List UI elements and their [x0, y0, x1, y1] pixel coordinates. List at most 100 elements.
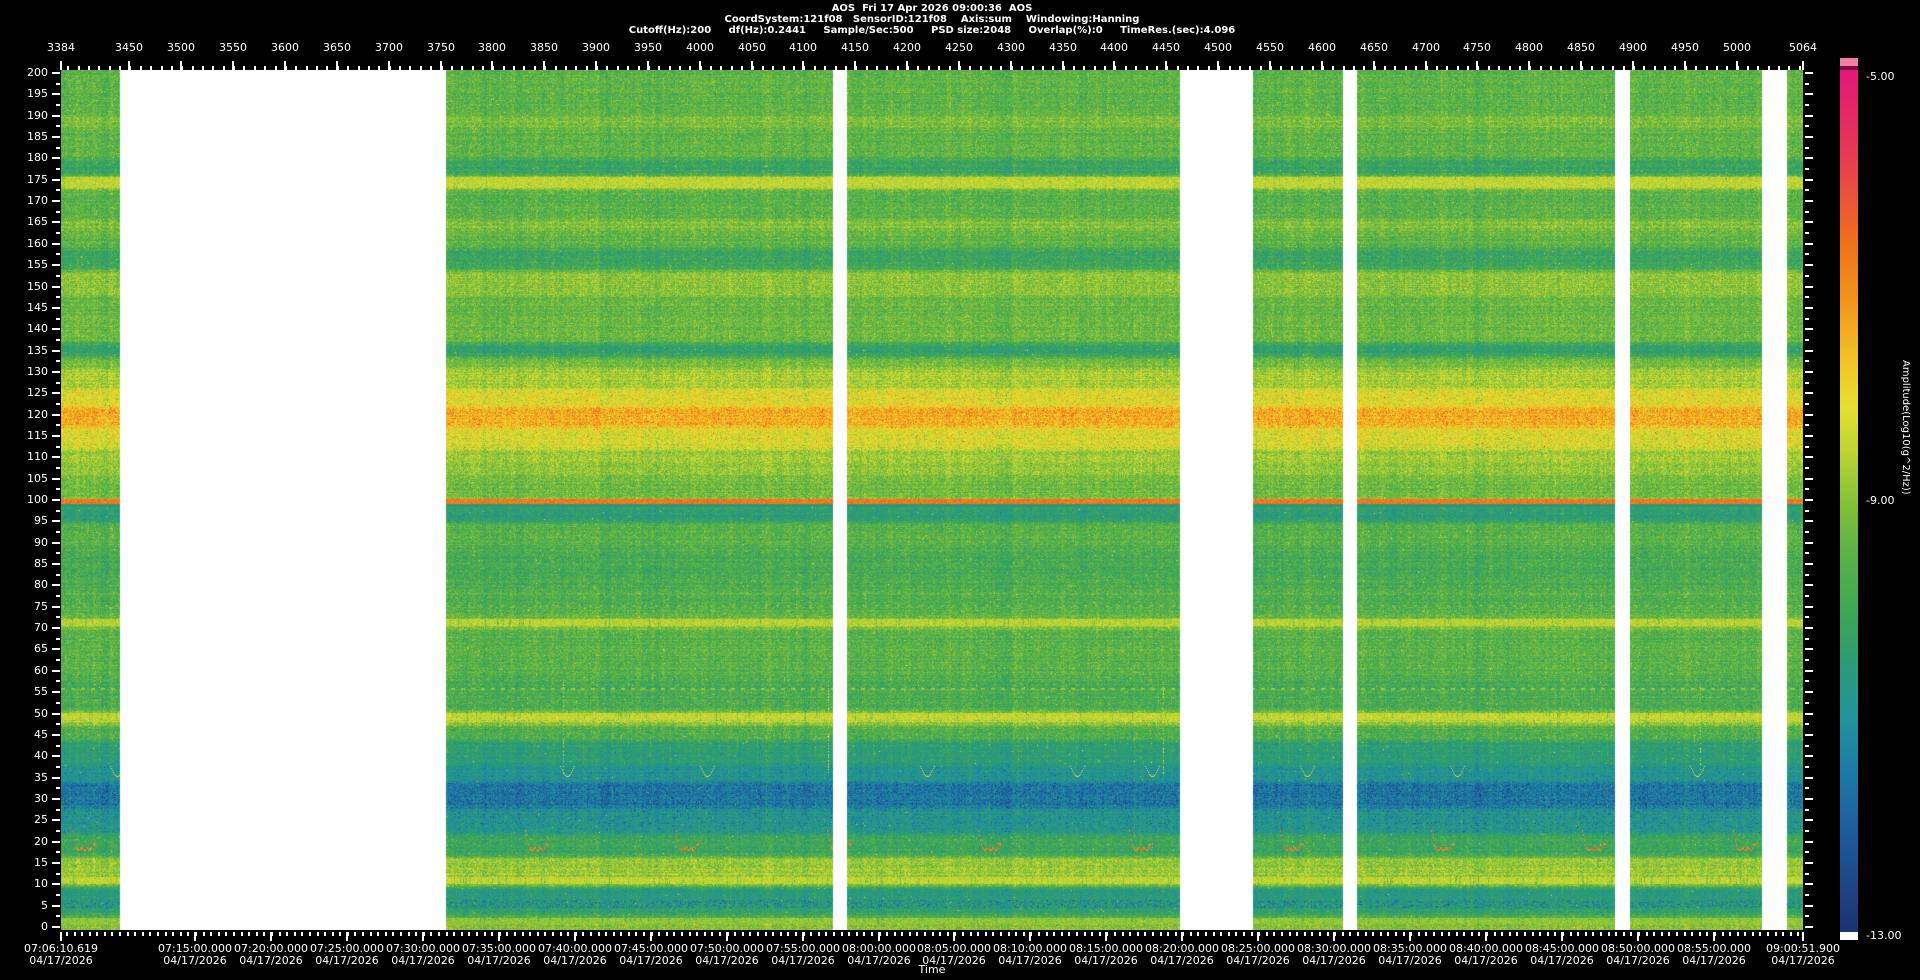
- y-axis-minor-tick: [56, 104, 60, 106]
- spectrogram-plot-canvas[interactable]: [61, 70, 1803, 930]
- y-axis-right-major-tick: [1805, 435, 1813, 437]
- y-axis-minor-tick: [56, 360, 60, 362]
- top-axis-minor-tick: [233, 66, 235, 70]
- top-axis-tick-label: 4400: [1100, 41, 1128, 54]
- top-axis-minor-tick: [140, 66, 142, 70]
- y-axis-tick-label: 135: [27, 344, 48, 357]
- top-axis-minor-tick: [1104, 66, 1106, 70]
- y-axis-right-major-tick: [1805, 584, 1813, 586]
- y-axis-tick-label: 145: [27, 301, 48, 314]
- time-axis-minor-tick: [1129, 932, 1131, 936]
- y-axis-major-tick: [52, 584, 60, 586]
- time-axis-minor-tick: [142, 932, 144, 936]
- time-axis-minor-tick: [909, 932, 911, 936]
- top-axis-minor-tick: [482, 66, 484, 70]
- y-axis-major-tick: [52, 456, 60, 458]
- time-axis-minor-tick: [1547, 932, 1549, 936]
- time-axis-minor-tick: [74, 932, 76, 936]
- time-axis-minor-tick: [635, 932, 637, 936]
- colorbar-max-label: -5.00: [1866, 70, 1895, 83]
- time-axis-minor-tick: [1220, 932, 1222, 936]
- time-axis-minor-tick: [1258, 932, 1260, 936]
- time-axis-minor-tick: [1448, 932, 1450, 936]
- top-axis-minor-tick: [1301, 66, 1303, 70]
- top-axis-minor-tick: [1280, 66, 1282, 70]
- y-axis-major-tick: [52, 905, 60, 907]
- top-axis-minor-tick: [679, 66, 681, 70]
- y-axis-minor-tick: [56, 467, 60, 469]
- time-axis-minor-tick: [165, 932, 167, 936]
- y-axis-tick-label: 40: [34, 749, 48, 762]
- time-axis-minor-tick: [1714, 932, 1716, 936]
- time-axis-minor-tick: [1084, 932, 1086, 936]
- y-axis-right-major-tick: [1805, 307, 1813, 309]
- y-axis-minor-tick: [56, 83, 60, 85]
- y-axis-minor-tick: [56, 851, 60, 853]
- time-axis-minor-tick: [1532, 932, 1534, 936]
- y-axis-major-tick: [52, 627, 60, 629]
- time-axis-minor-tick: [248, 932, 250, 936]
- time-axis-minor-tick: [643, 932, 645, 936]
- y-axis-major-tick: [52, 243, 60, 245]
- time-axis-minor-tick: [727, 932, 729, 936]
- time-axis-minor-tick: [1767, 932, 1769, 936]
- y-axis-tick-label: 45: [34, 728, 48, 741]
- time-axis-minor-tick: [787, 932, 789, 936]
- top-axis-minor-tick: [1260, 66, 1262, 70]
- top-axis-minor-tick: [1073, 66, 1075, 70]
- time-axis-minor-tick: [1699, 932, 1701, 936]
- time-axis-minor-tick: [954, 932, 956, 936]
- time-axis-minor-tick: [438, 932, 440, 936]
- y-axis-minor-tick: [56, 339, 60, 341]
- time-axis-minor-tick: [567, 932, 569, 936]
- y-axis-right-major-tick: [1805, 734, 1813, 736]
- time-axis-minor-tick: [1114, 932, 1116, 936]
- y-axis-right-major-tick: [1805, 627, 1813, 629]
- time-axis-minor-tick: [385, 932, 387, 936]
- y-axis-right-minor-tick: [1805, 147, 1809, 149]
- time-axis-minor-tick: [1668, 932, 1670, 936]
- top-axis-minor-tick: [1343, 66, 1345, 70]
- y-axis-tick-label: 170: [27, 194, 48, 207]
- y-axis-right-minor-tick: [1805, 894, 1809, 896]
- top-axis-major-tick: [60, 61, 62, 70]
- y-axis-right-major-tick: [1805, 456, 1813, 458]
- y-axis-right-minor-tick: [1805, 616, 1809, 618]
- time-axis-minor-tick: [1076, 932, 1078, 936]
- time-axis-minor-tick: [195, 932, 197, 936]
- time-axis-minor-tick: [947, 932, 949, 936]
- top-axis-minor-tick: [316, 66, 318, 70]
- y-axis-minor-tick: [56, 595, 60, 597]
- top-axis-minor-tick: [907, 66, 909, 70]
- time-axis-minor-tick: [453, 932, 455, 936]
- y-axis-tick-label: 20: [34, 835, 48, 848]
- y-axis-tick-label: 100: [27, 493, 48, 506]
- top-axis-minor-tick: [1737, 66, 1739, 70]
- time-axis-minor-tick: [795, 932, 797, 936]
- y-axis-tick-label: 165: [27, 215, 48, 228]
- time-axis-minor-tick: [1630, 932, 1632, 936]
- time-axis-minor-tick: [1266, 932, 1268, 936]
- time-axis-minor-tick: [1615, 932, 1617, 936]
- top-axis-minor-tick: [243, 66, 245, 70]
- top-axis-minor-tick: [1114, 66, 1116, 70]
- top-axis-minor-tick: [1405, 66, 1407, 70]
- top-axis-minor-tick: [150, 66, 152, 70]
- time-axis-minor-tick: [582, 932, 584, 936]
- time-axis-minor-tick: [575, 932, 577, 936]
- time-axis-minor-tick: [1600, 932, 1602, 936]
- time-axis-minor-tick: [1365, 932, 1367, 936]
- time-axis-minor-tick: [332, 932, 334, 936]
- time-axis-minor-tick: [1030, 932, 1032, 936]
- y-axis-major-tick: [52, 819, 60, 821]
- time-axis-minor-tick: [810, 932, 812, 936]
- top-axis-minor-tick: [772, 66, 774, 70]
- time-axis-minor-tick: [1471, 932, 1473, 936]
- time-axis-minor-tick: [529, 932, 531, 936]
- top-axis-minor-tick: [492, 66, 494, 70]
- top-axis-minor-tick: [1571, 66, 1573, 70]
- y-axis-right-major-tick: [1805, 350, 1813, 352]
- top-axis-minor-tick: [720, 66, 722, 70]
- time-axis-minor-tick: [1395, 932, 1397, 936]
- time-axis-minor-tick: [400, 932, 402, 936]
